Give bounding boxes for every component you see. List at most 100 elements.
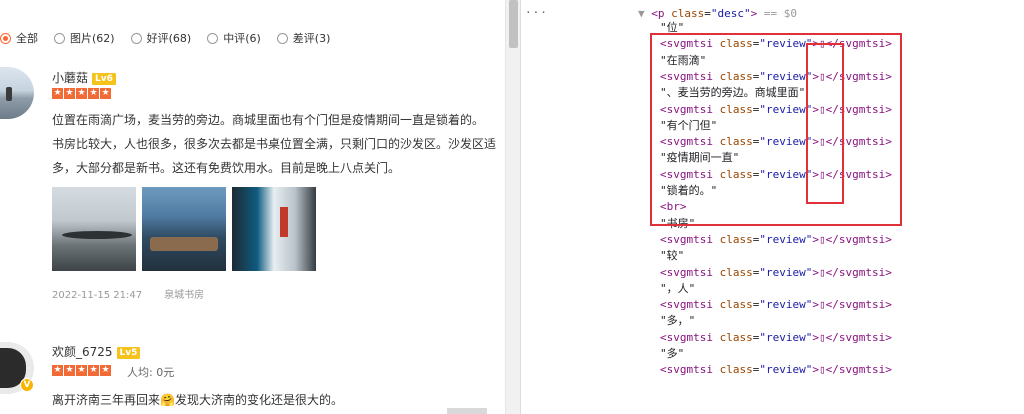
attr-value: "review" xyxy=(759,265,813,279)
attr-name: class xyxy=(719,69,753,83)
average-price: 人均: 0元 xyxy=(127,366,175,379)
star-icon: ★ xyxy=(52,88,63,99)
verified-icon: V xyxy=(20,378,34,392)
review-username[interactable]: 小蘑菇 Lv6 xyxy=(52,69,116,86)
dom-text-node[interactable]: "多" xyxy=(660,346,684,361)
review-photo[interactable] xyxy=(232,187,316,271)
floating-tab[interactable] xyxy=(447,408,487,414)
text-node-value: "，人" xyxy=(660,281,696,295)
radio-icon[interactable] xyxy=(54,32,65,44)
filter-all[interactable]: 全部 xyxy=(0,30,38,46)
radio-icon[interactable] xyxy=(130,32,142,44)
dom-node-svgmtsi[interactable]: <svgmtsi class="review">▯</svgmtsi> xyxy=(660,297,892,312)
level-badge: Lv6 xyxy=(92,73,116,85)
avatar[interactable] xyxy=(0,67,34,119)
star-icon: ★ xyxy=(52,365,63,376)
dom-node-svgmtsi[interactable]: <svgmtsi class="review">▯</svgmtsi> xyxy=(660,69,892,84)
glyph-placeholder: >▯ xyxy=(812,232,826,246)
scrollbar-thumb[interactable] xyxy=(509,0,518,48)
filter-neutral[interactable]: 中评 (6) xyxy=(207,30,261,46)
attr-value: "review" xyxy=(759,298,813,312)
filter-label: 图片 xyxy=(70,32,92,45)
review-meta: 2022-11-15 21:47 泉城书房 xyxy=(52,286,204,301)
radio-checked-icon[interactable] xyxy=(0,32,11,44)
glyph-placeholder: >▯ xyxy=(812,330,826,344)
text-node-value: "书房" xyxy=(660,216,696,230)
review-line: 多，大部分都是新书。这还有免费饮用水。目前是晚上八点关门。 xyxy=(52,161,401,175)
star-icon: ★ xyxy=(100,365,111,376)
dom-text-node[interactable]: "在雨滴" xyxy=(660,53,706,68)
review-photos xyxy=(52,187,322,271)
dom-node-svgmtsi[interactable]: <svgmtsi class="review">▯</svgmtsi> xyxy=(660,102,892,117)
attr-value: "review" xyxy=(759,102,813,116)
filter-count: (6) xyxy=(245,31,261,45)
tag-name: <svgmtsi xyxy=(660,363,720,377)
username-text[interactable]: 小蘑菇 xyxy=(52,71,88,85)
attr-name: class xyxy=(719,167,753,181)
star-icon: ★ xyxy=(76,88,87,99)
more-options-icon[interactable]: ··· xyxy=(525,6,548,19)
dom-node-svgmtsi[interactable]: <svgmtsi class="review">▯</svgmtsi> xyxy=(660,167,892,182)
filter-count: (3) xyxy=(314,31,331,45)
glyph-placeholder: >▯ xyxy=(812,265,826,279)
review-photo[interactable] xyxy=(52,187,136,271)
tag-name: <svgmtsi xyxy=(660,265,720,279)
dom-node-svgmtsi[interactable]: <svgmtsi class="review">▯</svgmtsi> xyxy=(660,265,892,280)
review-page: 全部 图片 (62) 好评 (68) 中评 (6) 差评 (3) 小蘑菇 Lv6… xyxy=(0,0,505,414)
attr-value: "review" xyxy=(759,363,813,377)
review-body: 位置在雨滴广场，麦当劳的旁边。商城里面也有个门但是疫情期间一直是锁着的。 书房比… xyxy=(52,108,505,180)
star-icon: ★ xyxy=(64,88,75,99)
radio-icon[interactable] xyxy=(276,32,288,44)
filter-positive[interactable]: 好评 (68) xyxy=(130,30,191,46)
star-icon: ★ xyxy=(100,88,111,99)
attr-name: class xyxy=(719,135,753,149)
dom-text-node[interactable]: "多，" xyxy=(660,313,695,328)
tag-close: > xyxy=(750,7,758,20)
filter-photos[interactable]: 图片 (62) xyxy=(54,30,115,46)
level-badge: Lv5 xyxy=(116,347,141,359)
dom-node-svgmtsi[interactable]: <svgmtsi class="review">▯</svgmtsi> xyxy=(660,134,892,149)
radio-icon[interactable] xyxy=(207,32,219,44)
dom-text-node[interactable]: "、麦当劳的旁边。商城里面" xyxy=(660,85,805,100)
dom-text-node[interactable]: "，人" xyxy=(660,281,695,296)
attr-value: "review" xyxy=(759,37,813,51)
filter-count: (62) xyxy=(92,31,115,45)
tag-close: </svgmtsi> xyxy=(825,330,892,344)
username-text[interactable]: 欢颜_6725 xyxy=(52,345,113,359)
dom-text-node[interactable]: "较" xyxy=(660,248,684,263)
dom-node-svgmtsi[interactable]: <svgmtsi class="review">▯</svgmtsi> xyxy=(660,330,892,345)
attr-name: class xyxy=(719,102,753,116)
tag-name: <p xyxy=(651,7,665,20)
tag-close: </svgmtsi> xyxy=(825,69,892,83)
dom-text-node[interactable]: "有个门但" xyxy=(660,118,717,133)
collapse-arrow-icon[interactable]: ▼ xyxy=(638,7,645,20)
review-photo[interactable] xyxy=(142,187,226,271)
tag-name: <svgmtsi xyxy=(660,298,720,312)
glyph-placeholder: >▯ xyxy=(812,167,826,181)
filter-label: 全部 xyxy=(16,32,38,45)
review-username[interactable]: 欢颜_6725 Lv5 xyxy=(52,343,141,360)
filter-negative[interactable]: 差评 (3) xyxy=(276,30,331,46)
dom-node-svgmtsi[interactable]: <svgmtsi class="review">▯</svgmtsi> xyxy=(660,232,892,247)
text-node-value: "有个门但" xyxy=(660,118,718,132)
text-node-value: "疫情期间一直" xyxy=(660,151,740,165)
dom-text-node[interactable]: "位" xyxy=(660,20,684,35)
review-shop[interactable]: 泉城书房 xyxy=(164,290,204,301)
dom-node-br[interactable]: <br> xyxy=(660,199,687,214)
attr-name: class xyxy=(719,37,753,51)
glyph-placeholder: >▯ xyxy=(812,37,826,51)
filter-label: 好评 xyxy=(146,32,169,45)
glyph-placeholder: >▯ xyxy=(812,102,826,116)
tag-close: </svgmtsi> xyxy=(825,265,892,279)
attr-name: class xyxy=(671,7,705,20)
star-icon: ★ xyxy=(64,365,75,376)
dom-text-node[interactable]: "疫情期间一直" xyxy=(660,150,739,165)
dom-node-svgmtsi[interactable]: <svgmtsi class="review">▯</svgmtsi> xyxy=(660,362,892,377)
tag-name: <svgmtsi xyxy=(660,232,720,246)
dom-node-p[interactable]: ▼ <p class="desc"> == $0 xyxy=(638,6,797,21)
dom-text-node[interactable]: "锁着的。" xyxy=(660,183,717,198)
dom-node-svgmtsi[interactable]: <svgmtsi class="review">▯</svgmtsi> xyxy=(660,36,892,51)
page-scrollbar[interactable] xyxy=(505,0,520,414)
dom-text-node[interactable]: "书房" xyxy=(660,216,695,231)
attr-name: class xyxy=(719,330,753,344)
